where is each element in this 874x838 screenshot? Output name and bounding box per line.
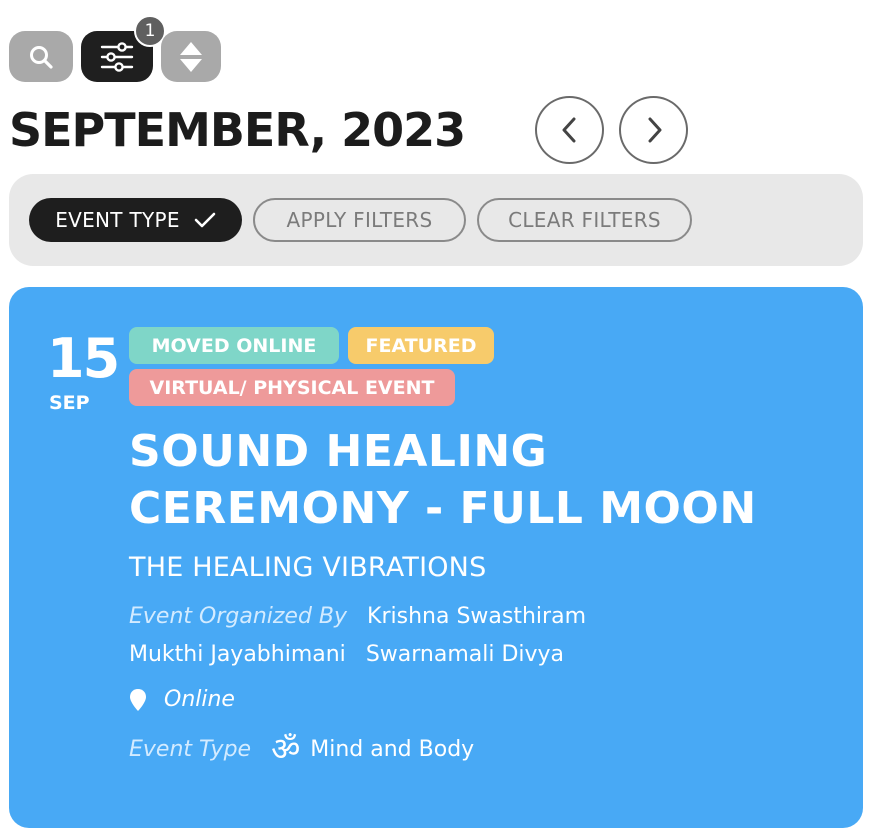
- om-icon: ॐ: [271, 730, 301, 768]
- location-pin-icon: [130, 688, 146, 711]
- event-card[interactable]: 15 SEP MOVED ONLINE FEATURED VIRTUAL/ PH…: [9, 287, 863, 828]
- event-location: Online: [164, 687, 235, 712]
- sort-button[interactable]: [161, 31, 221, 82]
- sliders-icon: [100, 41, 134, 72]
- check-icon: [194, 212, 216, 228]
- event-type-label: Event Type: [129, 736, 252, 762]
- organizer-name: Krishna Swasthiram: [367, 604, 586, 629]
- next-month-button[interactable]: [619, 96, 688, 164]
- organizer-name: Swarnamali Divya: [365, 642, 565, 667]
- month-nav: [9, 96, 709, 164]
- event-type-row: Event Type ॐ Mind and Body: [129, 733, 474, 765]
- event-title[interactable]: SOUND HEALING CEREMONY - FULL MOON: [129, 423, 829, 537]
- organizers-row: Event Organized By Krishna Swasthiram: [129, 604, 586, 629]
- chevron-right-icon: [648, 117, 661, 143]
- toolbar: 1: [9, 15, 221, 82]
- tag-moved-online: MOVED ONLINE: [129, 327, 339, 364]
- event-type-filter-button[interactable]: EVENT TYPE: [29, 198, 242, 242]
- tag-virtual-physical: VIRTUAL/ PHYSICAL EVENT: [129, 369, 455, 406]
- search-button[interactable]: [9, 31, 73, 82]
- prev-month-button[interactable]: [535, 96, 604, 164]
- search-icon: [30, 45, 53, 69]
- apply-filters-button[interactable]: APPLY FILTERS: [253, 198, 466, 242]
- event-subtitle: THE HEALING VIBRATIONS: [129, 552, 487, 583]
- filter-button[interactable]: 1: [81, 15, 166, 82]
- sort-icon: [180, 41, 202, 72]
- event-day: 15: [47, 327, 120, 390]
- filter-bar: EVENT TYPE APPLY FILTERS CLEAR FILTERS: [9, 174, 863, 266]
- organizer-name: Mukthi Jayabhimani: [129, 642, 346, 667]
- clear-filters-button[interactable]: CLEAR FILTERS: [477, 198, 692, 242]
- chevron-left-icon: [562, 117, 575, 143]
- event-month: SEP: [49, 392, 90, 414]
- event-type-filter-label: EVENT TYPE: [55, 208, 180, 232]
- tag-featured: FEATURED: [348, 327, 494, 364]
- event-type-value: Mind and Body: [310, 736, 475, 762]
- organized-by-label: Event Organized By: [129, 604, 348, 629]
- location-row: Online: [129, 687, 235, 712]
- organizers-row: Mukthi Jayabhimani Swarnamali Divya: [129, 642, 564, 667]
